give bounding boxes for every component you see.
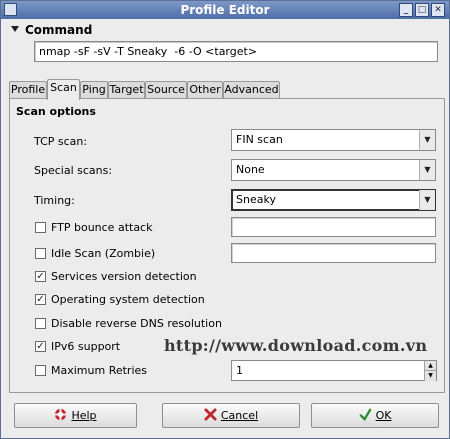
help-button[interactable]: Help bbox=[14, 403, 137, 428]
ftp-bounce-label[interactable]: FTP bounce attack bbox=[51, 221, 152, 234]
special-scans-select[interactable]: None ▼ bbox=[231, 159, 436, 181]
command-input[interactable] bbox=[34, 41, 438, 62]
max-retries-value: 1 bbox=[236, 364, 243, 377]
ok-check-icon bbox=[359, 408, 371, 421]
cancel-x-icon bbox=[204, 408, 217, 421]
chevron-down-icon[interactable]: ▼ bbox=[419, 190, 435, 210]
tab-source[interactable]: Source bbox=[145, 81, 187, 99]
help-button-label: Help bbox=[71, 409, 97, 422]
ipv6-label[interactable]: IPv6 support bbox=[51, 340, 120, 353]
os-detection-label[interactable]: Operating system detection bbox=[51, 293, 205, 306]
tab-scan[interactable]: Scan bbox=[47, 79, 80, 100]
tcp-scan-label: TCP scan: bbox=[34, 135, 88, 148]
profile-editor-window: Profile Editor _ □ ✕ Command Profile Sca… bbox=[0, 0, 450, 439]
timing-select[interactable]: Sneaky ▼ bbox=[231, 189, 436, 211]
watermark-text: http://www.download.com.vn bbox=[164, 336, 428, 355]
ftp-bounce-field[interactable] bbox=[231, 217, 436, 237]
help-lifebuoy-icon bbox=[55, 408, 67, 421]
max-retries-label[interactable]: Maximum Retries bbox=[51, 364, 147, 377]
timing-value: Sneaky bbox=[236, 193, 276, 206]
tab-other[interactable]: Other bbox=[187, 81, 223, 99]
services-version-label[interactable]: Services version detection bbox=[51, 270, 197, 283]
services-version-checkbox[interactable]: ✓ bbox=[35, 271, 46, 282]
close-button[interactable]: ✕ bbox=[431, 3, 445, 17]
idle-scan-label[interactable]: Idle Scan (Zombie) bbox=[51, 247, 155, 260]
os-detection-checkbox[interactable]: ✓ bbox=[35, 294, 46, 305]
disable-dns-checkbox[interactable] bbox=[35, 318, 46, 329]
maximize-button[interactable]: □ bbox=[415, 3, 429, 17]
window-title: Profile Editor bbox=[180, 3, 270, 17]
command-header-label: Command bbox=[25, 23, 93, 37]
tab-profile[interactable]: Profile bbox=[9, 81, 47, 99]
tab-ping[interactable]: Ping bbox=[80, 81, 108, 99]
ok-button[interactable]: OK bbox=[311, 403, 439, 428]
minimize-button[interactable]: _ bbox=[399, 3, 413, 17]
scan-options-title: Scan options bbox=[16, 105, 96, 118]
ok-button-label: OK bbox=[375, 409, 392, 422]
ftp-bounce-checkbox[interactable] bbox=[35, 222, 46, 233]
ipv6-checkbox[interactable]: ✓ bbox=[35, 341, 46, 352]
cancel-button-label: Cancel bbox=[220, 409, 259, 422]
special-scans-value: None bbox=[236, 163, 265, 176]
disable-dns-label[interactable]: Disable reverse DNS resolution bbox=[51, 317, 222, 330]
expander-triangle-icon bbox=[11, 26, 19, 32]
tab-target[interactable]: Target bbox=[108, 81, 145, 99]
cancel-button[interactable]: Cancel bbox=[162, 403, 300, 428]
chevron-down-icon[interactable]: ▼ bbox=[419, 130, 435, 150]
tcp-scan-value: FIN scan bbox=[236, 133, 283, 146]
spin-down-icon[interactable]: ▼ bbox=[424, 371, 436, 381]
spin-up-icon[interactable]: ▲ bbox=[424, 361, 436, 371]
title-bar[interactable]: Profile Editor _ □ ✕ bbox=[1, 1, 449, 19]
idle-scan-field[interactable] bbox=[231, 243, 436, 263]
chevron-down-icon[interactable]: ▼ bbox=[419, 160, 435, 180]
idle-scan-checkbox[interactable] bbox=[35, 248, 46, 259]
tcp-scan-select[interactable]: FIN scan ▼ bbox=[231, 129, 436, 151]
max-retries-checkbox[interactable] bbox=[35, 365, 46, 376]
timing-label: Timing: bbox=[34, 194, 75, 207]
tab-advanced[interactable]: Advanced bbox=[223, 81, 280, 99]
max-retries-spinner[interactable]: 1 ▲ ▼ bbox=[231, 360, 437, 381]
special-scans-label: Special scans: bbox=[34, 164, 113, 177]
